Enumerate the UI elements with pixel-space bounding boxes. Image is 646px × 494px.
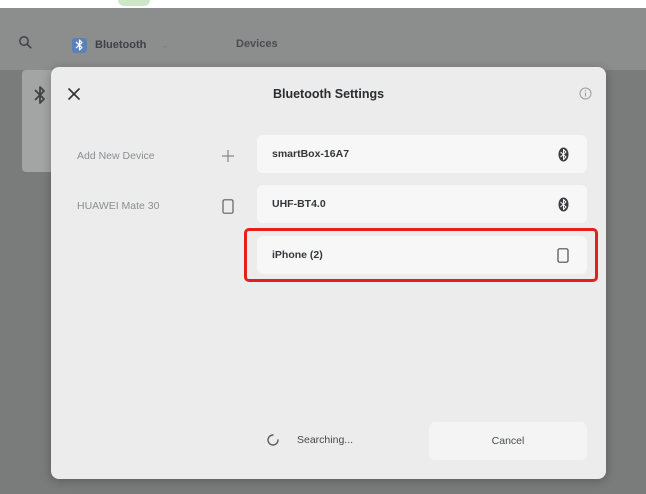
search-icon[interactable] <box>18 35 32 49</box>
search-status-label: Searching... <box>297 434 354 446</box>
screen: Bluetooth ⌄ Devices Bluetooth Settings A… <box>0 0 646 494</box>
spinner-icon <box>267 434 279 446</box>
bluetooth-icon <box>34 84 46 112</box>
connected-device-label: HUAWEI Mate 30 <box>77 200 160 212</box>
info-icon[interactable] <box>579 87 592 100</box>
device-name: smartBox-16A7 <box>272 148 350 160</box>
device-row-uhf[interactable]: UHF-BT4.0 <box>257 185 587 223</box>
device-row-smartbox[interactable]: smartBox-16A7 <box>257 135 587 173</box>
bluetooth-icon <box>555 196 571 212</box>
tab-bluetooth-label: Bluetooth <box>95 39 147 51</box>
tab-devices[interactable]: Devices <box>236 38 278 50</box>
device-name: UHF-BT4.0 <box>272 198 326 210</box>
bluetooth-icon <box>72 37 87 53</box>
connected-device-huawei[interactable]: HUAWEI Mate 30 <box>77 193 237 219</box>
search-status: Searching... <box>267 429 353 451</box>
top-strip <box>0 0 646 8</box>
plus-icon <box>219 147 237 165</box>
top-strip-accent <box>118 0 150 6</box>
top-bar: Bluetooth ⌄ Devices <box>0 8 646 70</box>
dialog-title: Bluetooth Settings <box>272 87 385 101</box>
chevron-down-icon: ⌄ <box>160 39 169 51</box>
selection-highlight <box>244 228 598 282</box>
add-new-device-label: Add New Device <box>77 150 155 162</box>
add-new-device-button[interactable]: Add New Device <box>77 143 237 169</box>
bluetooth-settings-dialog: Bluetooth Settings Add New Device HUAWEI… <box>51 67 606 479</box>
bluetooth-icon <box>555 146 571 162</box>
cancel-button[interactable]: Cancel <box>429 422 587 460</box>
tab-bluetooth[interactable]: Bluetooth ⌄ <box>64 30 184 60</box>
phone-icon <box>219 197 237 215</box>
